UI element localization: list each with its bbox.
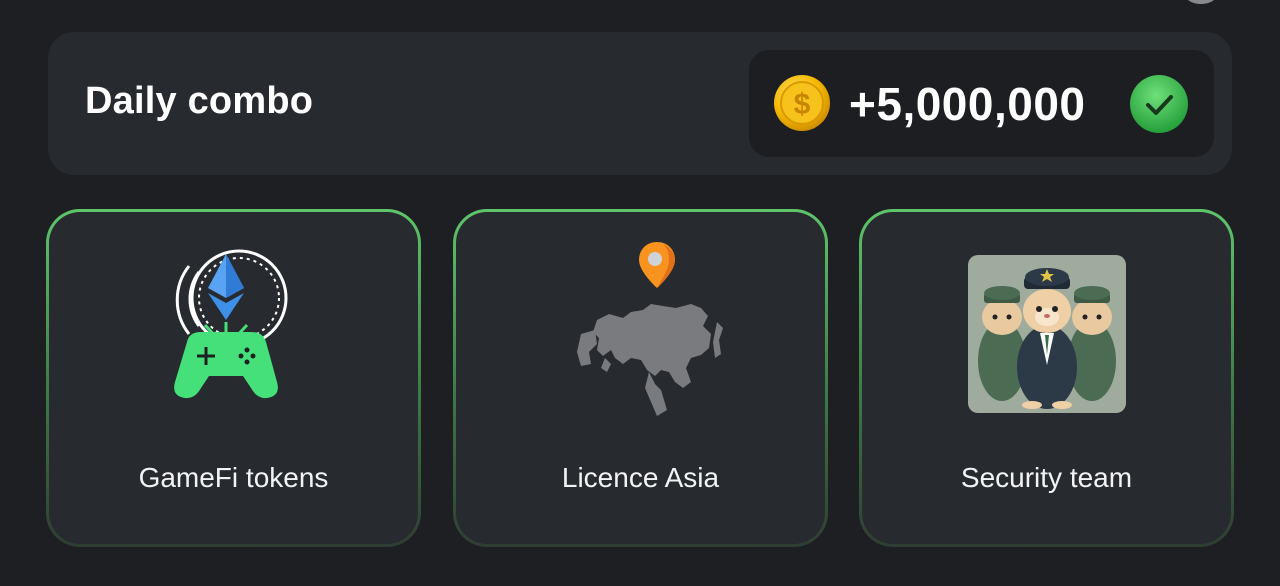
daily-combo-reward: $ +5,000,000: [749, 50, 1214, 157]
card-label: GameFi tokens: [138, 462, 329, 493]
combo-card-licence-asia[interactable]: Licence Asia: [453, 209, 828, 547]
combo-card-gamefi[interactable]: GameFi tokens: [46, 209, 421, 547]
svg-text:$: $: [794, 88, 811, 121]
gamefi-controller-icon: [173, 249, 287, 399]
asia-map-icon: [576, 242, 723, 416]
coin-icon: $: [774, 75, 830, 131]
daily-combo-header: Daily combo $ +5,000,000: [48, 32, 1232, 175]
checkmark-icon: [1130, 75, 1188, 133]
card-label: Licence Asia: [561, 462, 720, 493]
daily-combo-title: Daily combo: [85, 80, 314, 122]
hamster-security-team-image: [967, 255, 1126, 413]
reward-amount: +5,000,000: [849, 78, 1086, 130]
avatar[interactable]: [1180, 0, 1222, 4]
card-label: Security team: [960, 462, 1133, 493]
combo-card-security-team[interactable]: Security team: [859, 209, 1234, 547]
